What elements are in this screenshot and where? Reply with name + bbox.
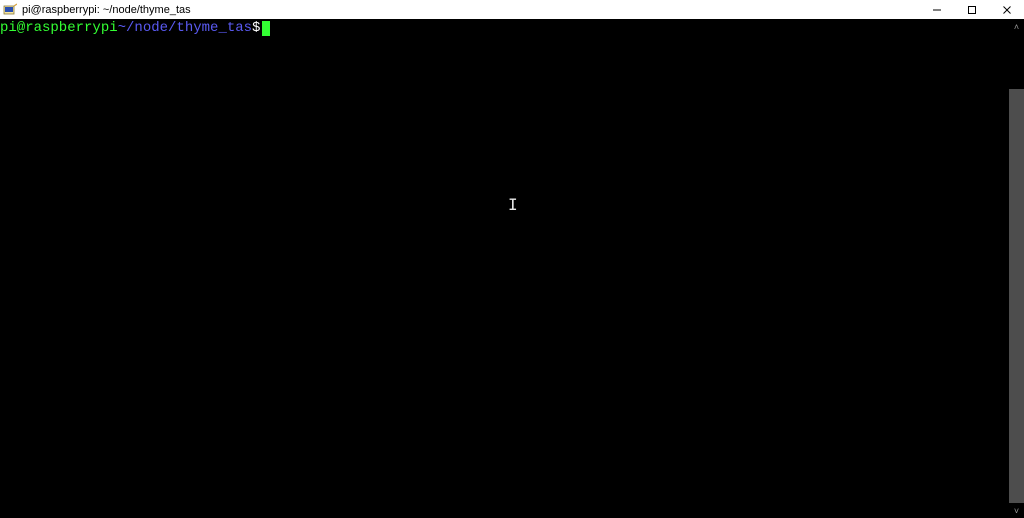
terminal-cursor — [262, 21, 270, 36]
prompt-sep2: $ — [252, 20, 260, 36]
terminal-content[interactable]: pi@raspberrypi ~/node/thyme_tas $ I — [0, 19, 1009, 518]
scroll-track[interactable] — [1009, 34, 1024, 503]
window-controls — [919, 0, 1024, 19]
prompt-user-host: pi@raspberrypi — [0, 20, 118, 36]
minimize-button[interactable] — [919, 0, 954, 19]
window-title: pi@raspberrypi: ~/node/thyme_tas — [22, 4, 191, 16]
maximize-button[interactable] — [954, 0, 989, 19]
scroll-thumb[interactable] — [1009, 89, 1024, 503]
putty-icon — [3, 3, 17, 17]
titlebar[interactable]: pi@raspberrypi: ~/node/thyme_tas — [0, 0, 1024, 19]
text-caret-icon: I — [508, 197, 509, 212]
vertical-scrollbar[interactable]: ˄ ˅ — [1009, 19, 1024, 518]
scroll-down-arrow-icon[interactable]: ˅ — [1009, 503, 1024, 518]
close-button[interactable] — [989, 0, 1024, 19]
terminal-area: pi@raspberrypi ~/node/thyme_tas $ I ˄ ˅ — [0, 19, 1024, 518]
titlebar-left: pi@raspberrypi: ~/node/thyme_tas — [3, 3, 191, 17]
scroll-up-arrow-icon[interactable]: ˄ — [1009, 19, 1024, 34]
prompt-line: pi@raspberrypi ~/node/thyme_tas $ — [0, 20, 1009, 36]
prompt-path: ~/node/thyme_tas — [118, 20, 252, 36]
putty-window: pi@raspberrypi: ~/node/thyme_tas pi@rasp… — [0, 0, 1024, 518]
